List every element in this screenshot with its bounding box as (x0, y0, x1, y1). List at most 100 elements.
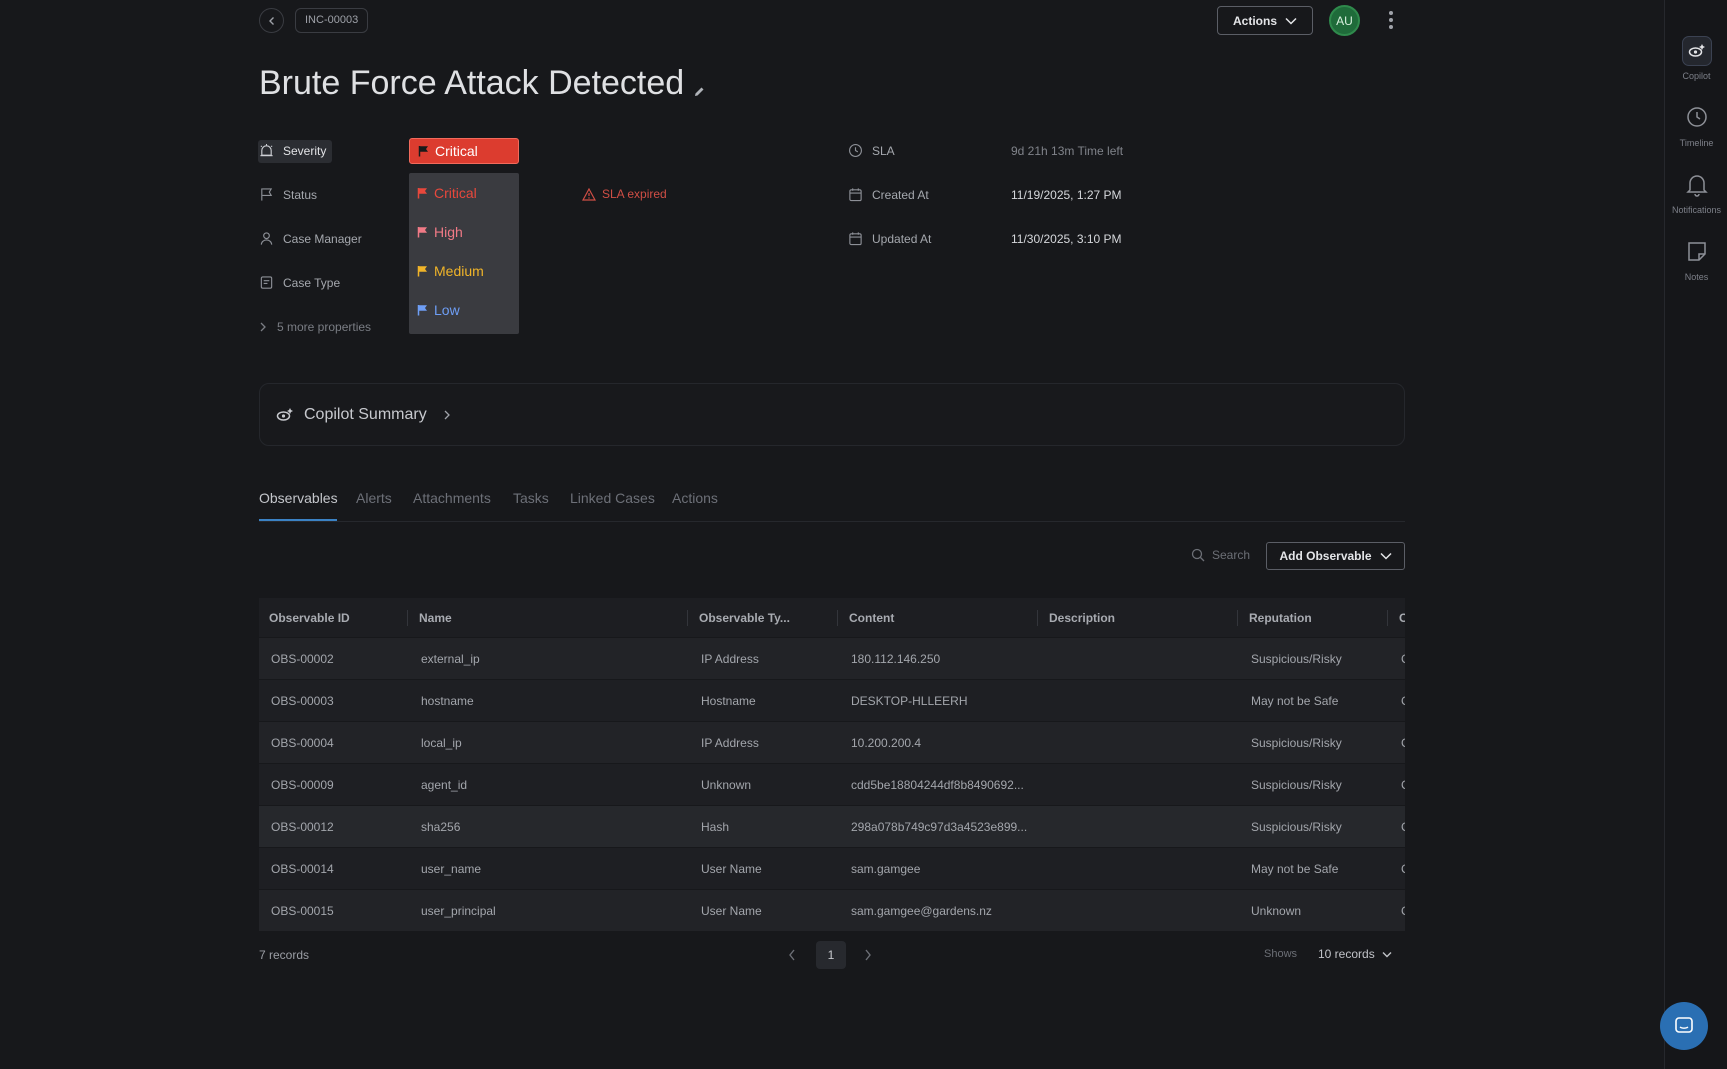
tab-actions[interactable]: Actions (672, 490, 718, 506)
column-header[interactable]: Name (419, 611, 452, 625)
page-size-select[interactable]: 10 records (1318, 947, 1392, 961)
case-tabs: Observables Alerts Attachments Tasks Lin… (259, 488, 1405, 522)
sla-value: 9d 21h 13m Time left (1011, 144, 1124, 158)
actions-button-label: Actions (1232, 13, 1277, 28)
more-vertical-icon[interactable] (1384, 8, 1398, 32)
calendar-icon (849, 188, 862, 202)
copilot-icon (1688, 44, 1705, 57)
severity-option-low[interactable]: Low (409, 290, 519, 329)
tab-attachments[interactable]: Attachments (413, 490, 491, 506)
rail-item-timeline[interactable]: Timeline (1665, 105, 1727, 148)
severity-property-label: Severity (259, 143, 326, 158)
sla-expired-text: SLA expired (602, 187, 667, 201)
column-header[interactable]: C (1399, 611, 1405, 625)
status-label-text: Status (283, 187, 318, 202)
severity-option-medium[interactable]: Medium (409, 251, 519, 290)
created-at-property-label: Created At (848, 187, 929, 202)
cell-content: cdd5be18804244df8b8490692... (851, 778, 1024, 792)
cell-reputation: Suspicious/Risky (1251, 652, 1342, 666)
column-divider[interactable] (1387, 610, 1388, 626)
observables-table: Observable ID Name Observable Ty... Cont… (259, 598, 1405, 931)
rail-item-copilot[interactable]: Copilot (1665, 36, 1727, 81)
column-header[interactable]: Reputation (1249, 611, 1312, 625)
updated-at-property-label: Updated At (848, 231, 931, 246)
table-row[interactable]: OBS-00004 local_ip IP Address 10.200.200… (259, 721, 1405, 763)
column-divider[interactable] (1037, 610, 1038, 626)
add-observable-label: Add Observable (1279, 549, 1372, 563)
tab-tasks[interactable]: Tasks (513, 490, 549, 506)
table-row[interactable]: OBS-00002 external_ip IP Address 180.112… (259, 637, 1405, 679)
column-header[interactable]: Observable Ty... (699, 611, 790, 625)
cell-observable-id: OBS-00003 (271, 694, 334, 708)
cell-truncated: C (1401, 862, 1405, 876)
cell-content: 10.200.200.4 (851, 736, 922, 750)
next-page-icon[interactable] (861, 947, 875, 963)
clock-icon (849, 144, 862, 157)
back-button[interactable] (259, 8, 284, 33)
table-row[interactable]: OBS-00015 user_principal User Name sam.g… (259, 889, 1405, 931)
clock-icon (1686, 107, 1707, 127)
chevron-right-icon (444, 410, 450, 419)
cell-content: 298a078b749c97d3a4523e899... (851, 820, 1028, 834)
add-observable-button[interactable]: Add Observable (1266, 542, 1405, 570)
table-row[interactable]: OBS-00012 sha256 Hash 298a078b749c97d3a4… (259, 805, 1405, 847)
rail-item-notes[interactable]: Notes (1665, 239, 1727, 282)
calendar-icon (849, 232, 862, 246)
tab-linked-cases[interactable]: Linked Cases (570, 490, 655, 506)
cell-name: sha256 (421, 820, 461, 834)
avatar[interactable]: AU (1329, 5, 1360, 36)
chat-support-button[interactable] (1660, 1002, 1708, 1050)
cell-content: 180.112.146.250 (851, 652, 941, 666)
sla-expired-badge: SLA expired (582, 187, 667, 201)
page-number-button[interactable]: 1 (816, 941, 846, 969)
cell-content: sam.gamgee@gardens.nz (851, 904, 992, 918)
cell-name: user_name (421, 862, 482, 876)
table-row[interactable]: OBS-00003 hostname Hostname DESKTOP-HLLE… (259, 679, 1405, 721)
cell-observable-id: OBS-00002 (271, 652, 334, 666)
severity-label-text: Severity (283, 143, 327, 158)
cell-observable-id: OBS-00009 (271, 778, 334, 792)
cell-name: user_principal (421, 904, 496, 918)
column-header[interactable]: Observable ID (269, 611, 350, 625)
note-icon (1687, 242, 1706, 261)
more-properties-toggle[interactable]: 5 more properties (259, 320, 371, 334)
column-divider[interactable] (407, 610, 408, 626)
flag-icon (417, 265, 427, 276)
rail-label: Notifications (1671, 205, 1722, 215)
user-icon (260, 232, 273, 245)
column-divider[interactable] (837, 610, 838, 626)
created-at-label-text: Created At (872, 187, 929, 202)
case-detail-page: INC-00003 Actions AU Brute Force Attack … (0, 0, 1664, 1069)
rail-label: Notes (1684, 272, 1709, 282)
cell-reputation: May not be Safe (1251, 862, 1339, 876)
more-properties-label: 5 more properties (277, 320, 372, 334)
severity-option-label: Low (434, 301, 460, 318)
chevron-right-icon (260, 322, 266, 332)
rail-item-notifications[interactable]: Notifications (1665, 172, 1727, 215)
table-row[interactable]: OBS-00014 user_name User Name sam.gamgee… (259, 847, 1405, 889)
edit-pencil-icon[interactable] (693, 85, 706, 98)
severity-option-critical[interactable]: Critical (409, 173, 519, 212)
column-header[interactable]: Description (1049, 611, 1115, 625)
severity-option-label: High (434, 223, 463, 240)
column-header[interactable]: Content (849, 611, 894, 625)
search-input[interactable]: Search (1191, 548, 1250, 562)
previous-page-icon[interactable] (785, 947, 799, 963)
table-row[interactable]: OBS-00009 agent_id Unknown cdd5be1880424… (259, 763, 1405, 805)
search-placeholder: Search (1212, 548, 1251, 562)
severity-select[interactable]: Critical (409, 138, 519, 164)
actions-button[interactable]: Actions (1217, 6, 1313, 35)
column-divider[interactable] (1237, 610, 1238, 626)
column-divider[interactable] (687, 610, 688, 626)
copilot-summary-card[interactable]: Copilot Summary (259, 383, 1405, 446)
severity-option-high[interactable]: High (409, 212, 519, 251)
cell-observable-id: OBS-00012 (271, 820, 334, 834)
cell-name: external_ip (421, 652, 480, 666)
right-sidebar: Copilot Timeline Notifications Notes (1664, 0, 1727, 1069)
case-type-property-label: Case Type (259, 275, 340, 290)
tab-alerts[interactable]: Alerts (356, 490, 392, 506)
copilot-summary-label: Copilot Summary (304, 405, 427, 423)
document-icon (260, 276, 273, 289)
cell-type: Hash (701, 820, 730, 834)
tab-observables[interactable]: Observables (259, 490, 338, 506)
